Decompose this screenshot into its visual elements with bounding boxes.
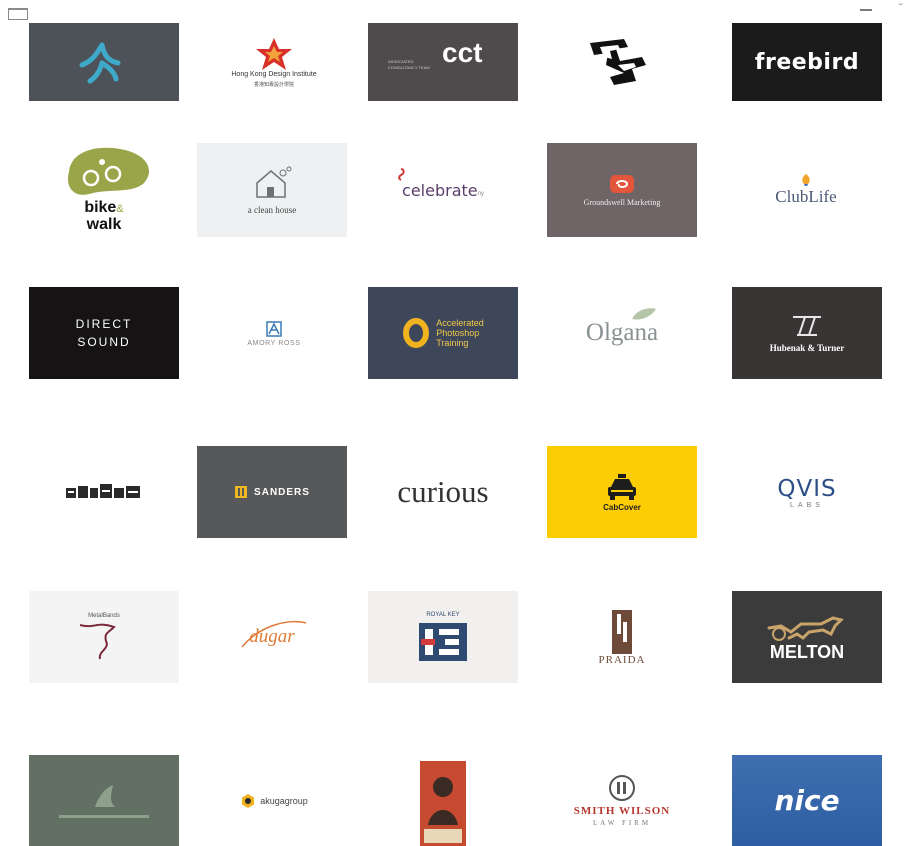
logo-tile-pixel-wordmark[interactable] <box>29 446 179 538</box>
logo-tile-curious[interactable]: curious <box>368 446 518 538</box>
bike-walk-amp: & <box>116 203 124 215</box>
akuga-title: akugagroup <box>260 795 308 806</box>
logo-tile-hong-kong[interactable]: Hong Kong Design Institute 香港知專設計學院 <box>199 23 349 101</box>
poster-icon <box>420 761 466 846</box>
pixel-wordmark-icon <box>66 484 140 498</box>
logo-tile-olgana[interactable]: Olgana <box>547 287 697 379</box>
accelerated-line3: Training <box>436 338 469 348</box>
logo-tile-dugar[interactable]: dugar <box>197 591 347 683</box>
celebrate-icon <box>398 168 405 181</box>
celebrate-title: celebrate <box>402 180 478 200</box>
logo-tile-groundswell[interactable]: Groundswell Marketing <box>547 143 697 237</box>
melton-horse-icon <box>767 615 844 641</box>
logo-tile-cct[interactable]: ASSOCIATED CONSULTANCY TEAM cct <box>368 23 518 101</box>
hong-kong-title: Hong Kong Design Institute <box>231 70 317 78</box>
bike-walk-line1: bike <box>84 199 117 216</box>
accelerated-line2: Photoshop <box>436 328 480 338</box>
smith-wilson-line2: LAW FIRM <box>592 819 652 827</box>
logo-tile-freebird[interactable]: freebird <box>732 23 882 101</box>
sanders-title: SANDERS <box>254 486 310 498</box>
royal-key-title: ROYAL KEY <box>426 611 460 618</box>
logo-tile-amory-ross[interactable]: AMORY ROSS <box>199 287 349 379</box>
logo-tile-sanders[interactable]: SANDERS <box>197 446 347 538</box>
cct-title: cct <box>442 37 483 68</box>
logo-tile-direct-sound[interactable]: DIRECT SOUND <box>29 287 179 379</box>
freebird-title: freebird <box>754 49 860 75</box>
olgana-leaf-icon <box>632 308 656 320</box>
metal-bands-wire-icon <box>79 623 116 660</box>
logo-tile-bike-walk[interactable]: bike& walk marlborough <box>29 142 179 238</box>
ts-monogram-icon <box>590 39 646 85</box>
smith-wilson-line1: SMITH WILSON <box>573 805 671 817</box>
logo-tile-melton[interactable]: MELTON <box>732 591 882 683</box>
accelerated-ring-icon <box>403 318 430 348</box>
logo-tile-cabcover[interactable]: CabCover <box>547 446 697 538</box>
groundswell-badge-icon <box>610 174 634 193</box>
cct-subtitle: ASSOCIATED CONSULTANCY TEAM <box>388 59 430 70</box>
smith-wilson-column-icon <box>609 775 635 801</box>
clean-house-title: a clean house <box>247 205 297 215</box>
amory-ross-mark-icon <box>266 320 282 337</box>
logo-tile-royal-key[interactable]: ROYAL KEY <box>368 591 518 683</box>
hubenak-title: Hubenak & Turner <box>769 343 845 353</box>
praida-tower-icon <box>612 610 632 654</box>
bike-walk-line2: walk <box>86 216 122 233</box>
logo-tile-accelerated[interactable]: Accelerated Photoshop Training <box>368 287 518 379</box>
hong-kong-subtitle: 香港知專設計學院 <box>253 81 294 88</box>
curious-title: curious <box>397 474 489 509</box>
clublife-title: ClubLife <box>775 187 837 206</box>
praida-title: PRAIDA <box>598 654 646 666</box>
direct-sound-line2: SOUND <box>77 335 131 349</box>
logo-tile-celebrate[interactable]: celebrate ny <box>368 143 518 237</box>
logo-tile-clean-house[interactable]: a clean house <box>197 143 347 237</box>
logo-tile-smith-wilson[interactable]: SMITH WILSON LAW FIRM <box>547 755 697 846</box>
logo-tile-ts-monogram[interactable] <box>547 23 697 101</box>
taxi-icon <box>608 473 636 500</box>
qvis-title: QVIS <box>777 475 837 502</box>
house-icon <box>256 166 292 198</box>
logo-tile-metal-bands[interactable]: MetalBands <box>29 591 179 683</box>
royal-key-shield-icon <box>419 622 467 661</box>
qvis-subtitle: LABS <box>790 501 824 509</box>
logo-tile-green-sail[interactable] <box>29 755 179 846</box>
cabcover-title: CabCover <box>603 502 641 512</box>
dugar-swoosh-icon <box>241 620 307 648</box>
logo-tile-hubenak[interactable]: Hubenak & Turner <box>732 287 882 379</box>
logo-tile-praida[interactable]: PRAIDA <box>547 591 697 683</box>
amory-ross-title: AMORY ROSS <box>247 339 301 347</box>
melton-title: MELTON <box>769 641 845 662</box>
akuga-hex-icon <box>242 793 255 808</box>
logo-tile-qvis[interactable]: QVIS LABS <box>732 446 882 538</box>
direct-sound-line1: DIRECT <box>75 317 133 331</box>
groundswell-title: Groundswell Marketing <box>583 197 661 207</box>
logo-tile-akuga[interactable]: akugagroup <box>199 755 349 846</box>
logo-tile-nice[interactable]: nice <box>732 755 882 846</box>
hubenak-mark-icon <box>793 316 821 336</box>
metal-bands-title: MetalBands <box>88 613 120 619</box>
sail-icon <box>95 785 115 807</box>
nice-title: nice <box>774 784 840 817</box>
sail-underline <box>59 815 149 818</box>
logo-gallery: Hong Kong Design Institute 香港知專設計學院 ASSO… <box>0 0 909 846</box>
celebrate-suffix: ny <box>477 191 484 197</box>
logo-tile-teal-mark[interactable] <box>29 23 179 101</box>
accelerated-line1: Accelerated <box>436 318 484 328</box>
sanders-icon <box>235 486 248 498</box>
red-star-icon <box>256 37 292 70</box>
logo-tile-clublife[interactable]: ClubLife <box>731 143 881 237</box>
teal-bird-icon <box>79 42 121 84</box>
olgana-title: Olgana <box>585 319 659 346</box>
clublife-flame-icon <box>802 174 810 186</box>
logo-tile-poster[interactable] <box>368 755 518 846</box>
